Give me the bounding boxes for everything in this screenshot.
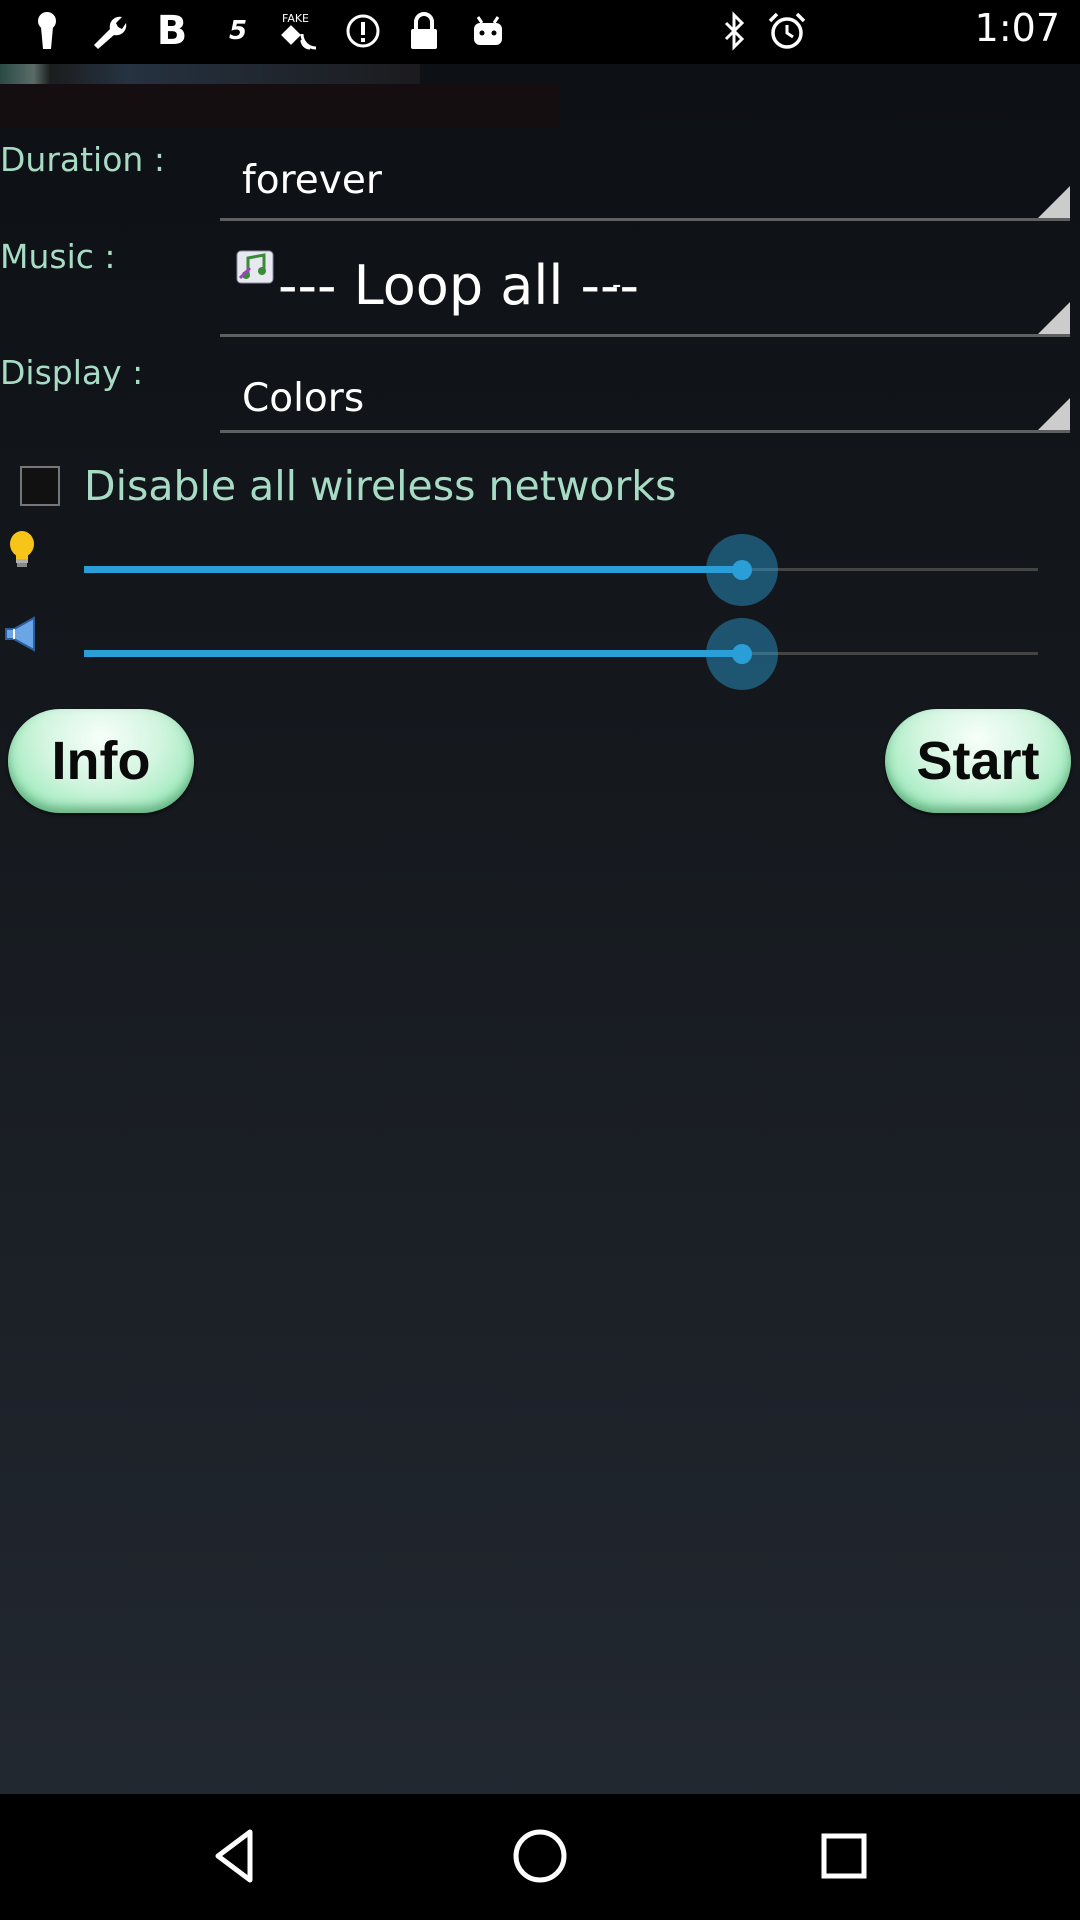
spinner-arrow-icon [1038,302,1070,334]
music-suffix: - [612,270,622,300]
info-circle-icon [344,8,382,54]
banner-strip [0,84,560,128]
lock-icon [406,8,442,54]
display-label: Display : [0,353,144,392]
svg-text:FAKE: FAKE [282,12,309,25]
music-note-icon [236,250,274,284]
wireless-checkbox[interactable] [20,466,60,506]
recents-icon[interactable] [812,1824,876,1888]
brightness-slider[interactable] [84,534,1038,606]
start-button[interactable]: Start [885,709,1071,813]
bold-b-icon: B [156,8,188,54]
music-label: Music : [0,237,116,276]
fake-gps-icon: FAKE [274,8,324,54]
speaker-icon [4,614,40,654]
music-value: --- Loop all --- [278,254,639,317]
duration-spinner[interactable]: forever [220,150,1070,221]
back-icon[interactable] [204,1824,268,1888]
spinner-arrow-icon [1038,186,1070,218]
clock-time: 1:07 [974,6,1060,50]
s-icon: 5 [228,16,248,46]
ad-banner[interactable] [0,64,420,84]
slider-fill [84,566,743,573]
slider-fill [84,650,743,657]
volume-slider[interactable] [84,618,1038,690]
wrench-icon [86,8,130,54]
display-spinner[interactable]: Colors [220,362,1070,433]
android-icon [468,8,508,54]
bluetooth-icon [718,8,752,54]
wireless-checkbox-label[interactable]: Disable all wireless networks [84,462,676,510]
alarm-icon [766,8,808,54]
navigation-bar [0,1794,1080,1920]
home-icon[interactable] [508,1824,572,1888]
status-bar: B 5 FAKE 1:07 [0,0,1080,64]
slider-thumb[interactable] [706,534,779,606]
slider-thumb[interactable] [706,618,779,690]
display-value: Colors [242,376,365,421]
lightbulb-icon [6,530,38,570]
spinner-arrow-icon [1038,398,1070,430]
duration-label: Duration : [0,140,165,179]
duration-value: forever [242,158,382,203]
music-spinner[interactable]: --- Loop all --- - [220,238,1070,337]
keyhole-icon [30,8,64,54]
info-button[interactable]: Info [8,709,194,813]
